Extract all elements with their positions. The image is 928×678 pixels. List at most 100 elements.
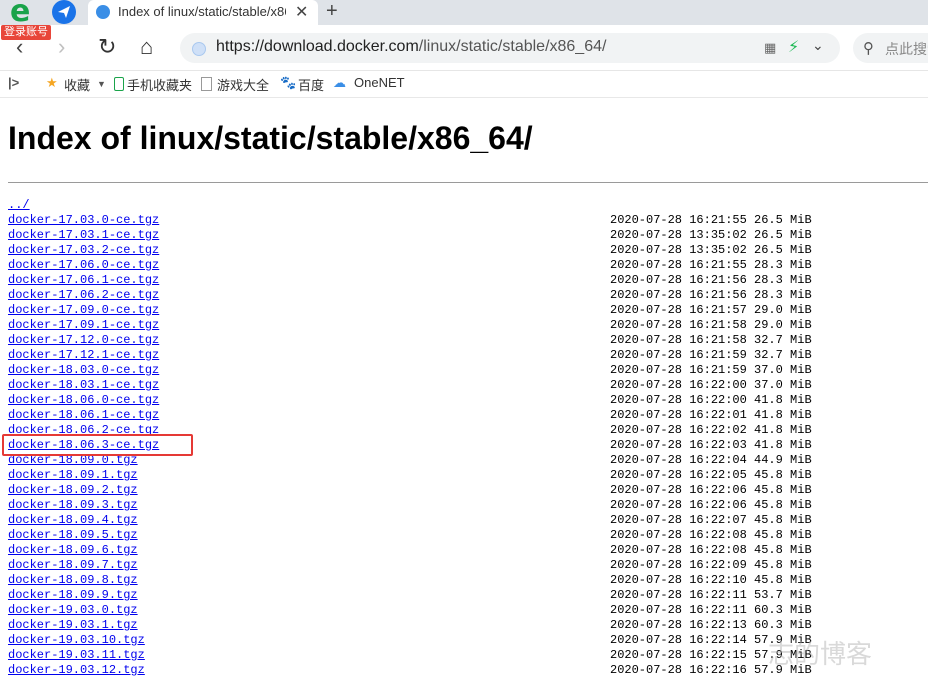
bookmark-mobile-favorites[interactable]: 手机收藏夹 <box>127 75 192 94</box>
file-size: 45.8 MiB <box>754 513 812 527</box>
page-content: Index of linux/static/stable/x86_64/ ../… <box>0 98 928 677</box>
file-meta: 2020-07-28 16:22:11 53.7 MiB <box>610 588 812 603</box>
forward-icon[interactable]: › <box>58 35 65 59</box>
file-link[interactable]: docker-18.09.1.tgz <box>8 468 138 482</box>
file-link[interactable]: docker-17.09.1-ce.tgz <box>8 318 159 332</box>
file-date: 2020-07-28 16:22:00 <box>610 393 747 407</box>
file-link[interactable]: docker-18.03.1-ce.tgz <box>8 378 159 392</box>
address-bar[interactable]: https://download.docker.com/linux/static… <box>180 33 840 63</box>
star-icon: ★ <box>46 75 58 90</box>
browser-logo-icon[interactable]: e <box>10 0 38 27</box>
file-link[interactable]: docker-17.03.1-ce.tgz <box>8 228 159 242</box>
file-row: docker-18.06.1-ce.tgz 2020-07-28 16:22:01… <box>8 408 812 423</box>
login-badge[interactable]: 登录账号 <box>1 25 51 40</box>
caret-down-icon[interactable]: ▼ <box>97 79 106 89</box>
file-link[interactable]: docker-19.03.12.tgz <box>8 663 145 677</box>
close-icon[interactable]: ✕ <box>295 2 308 22</box>
reload-icon[interactable]: ↻ <box>98 35 116 59</box>
file-link[interactable]: docker-18.09.5.tgz <box>8 528 138 542</box>
file-row: docker-19.03.0.tgz 2020-07-28 16:22:11 60… <box>8 603 812 618</box>
search-input[interactable]: ⚲ 点此搜索 <box>853 33 928 63</box>
file-link[interactable]: docker-17.12.1-ce.tgz <box>8 348 159 362</box>
file-link[interactable]: docker-18.09.7.tgz <box>8 558 138 572</box>
chevron-down-icon[interactable]: ⌄ <box>812 37 824 54</box>
parent-link[interactable]: ../ <box>8 198 30 212</box>
file-meta: 2020-07-28 16:22:05 45.8 MiB <box>610 468 812 483</box>
new-tab-button[interactable]: + <box>326 0 338 23</box>
bookmark-games[interactable]: 游戏大全 <box>217 75 269 94</box>
file-link[interactable]: docker-18.09.4.tgz <box>8 513 138 527</box>
file-link[interactable]: docker-17.03.2-ce.tgz <box>8 243 159 257</box>
file-date: 2020-07-28 16:22:04 <box>610 453 747 467</box>
file-link[interactable]: docker-18.09.8.tgz <box>8 573 138 587</box>
file-meta: 2020-07-28 16:22:07 45.8 MiB <box>610 513 812 528</box>
file-link[interactable]: docker-18.06.1-ce.tgz <box>8 408 159 422</box>
tab-active[interactable]: Index of linux/static/stable/x86_64/ ✕ <box>88 0 318 25</box>
shield-icon[interactable] <box>192 42 206 56</box>
file-size: 45.8 MiB <box>754 468 812 482</box>
url-path: /linux/static/stable/x86_64/ <box>418 38 607 55</box>
file-link[interactable]: docker-18.03.0-ce.tgz <box>8 363 159 377</box>
file-date: 2020-07-28 16:21:55 <box>610 258 747 272</box>
file-link[interactable]: docker-17.06.1-ce.tgz <box>8 273 159 287</box>
file-row: docker-18.09.6.tgz 2020-07-28 16:22:08 45… <box>8 543 812 558</box>
file-row: docker-17.06.0-ce.tgz 2020-07-28 16:21:55… <box>8 258 812 273</box>
bookmark-favorites[interactable]: 收藏 <box>64 75 90 94</box>
sidebar-toggle-icon[interactable]: |> <box>8 75 19 90</box>
file-link[interactable]: docker-17.03.0-ce.tgz <box>8 213 159 227</box>
file-link[interactable]: docker-17.12.0-ce.tgz <box>8 333 159 347</box>
file-date: 2020-07-28 16:22:10 <box>610 573 747 587</box>
file-meta: 2020-07-28 16:22:09 45.8 MiB <box>610 558 812 573</box>
bookmark-onenet[interactable]: OneNET <box>354 75 405 90</box>
file-size: 32.7 MiB <box>754 333 812 347</box>
file-link[interactable]: docker-19.03.1.tgz <box>8 618 138 632</box>
file-row: docker-18.09.3.tgz 2020-07-28 16:22:06 45… <box>8 498 812 513</box>
file-link[interactable]: docker-17.06.0-ce.tgz <box>8 258 159 272</box>
qr-icon[interactable]: ▦ <box>764 40 776 56</box>
file-row: docker-19.03.10.tgz 2020-07-28 16:22:14 5… <box>8 633 812 648</box>
file-meta: 2020-07-28 16:21:57 29.0 MiB <box>610 303 812 318</box>
file-meta: 2020-07-28 16:22:00 41.8 MiB <box>610 393 812 408</box>
file-meta: 2020-07-28 16:21:58 32.7 MiB <box>610 333 812 348</box>
file-meta: 2020-07-28 16:21:56 28.3 MiB <box>610 288 812 303</box>
file-meta: 2020-07-28 16:22:06 45.8 MiB <box>610 498 812 513</box>
navigation-bar: ‹ › ↻ ⌂ https://download.docker.com/linu… <box>0 25 928 71</box>
file-link[interactable]: docker-19.03.0.tgz <box>8 603 138 617</box>
file-date: 2020-07-28 16:21:55 <box>610 213 747 227</box>
file-link[interactable]: docker-18.06.0-ce.tgz <box>8 393 159 407</box>
file-size: 28.3 MiB <box>754 258 812 272</box>
address-url[interactable]: https://download.docker.com/linux/static… <box>216 38 606 56</box>
file-size: 28.3 MiB <box>754 273 812 287</box>
file-date: 2020-07-28 16:21:58 <box>610 318 747 332</box>
bookmark-baidu[interactable]: 百度 <box>298 75 324 94</box>
file-meta: 2020-07-28 16:22:04 44.9 MiB <box>610 453 812 468</box>
file-row: docker-18.09.5.tgz 2020-07-28 16:22:08 45… <box>8 528 812 543</box>
file-date: 2020-07-28 16:22:13 <box>610 618 747 632</box>
file-size: 28.3 MiB <box>754 288 812 302</box>
file-link[interactable]: docker-17.09.0-ce.tgz <box>8 303 159 317</box>
file-meta: 2020-07-28 13:35:02 26.5 MiB <box>610 243 812 258</box>
file-link[interactable]: docker-19.03.11.tgz <box>8 648 145 662</box>
file-date: 2020-07-28 16:22:02 <box>610 423 747 437</box>
file-size: 45.8 MiB <box>754 573 812 587</box>
file-date: 2020-07-28 16:22:08 <box>610 528 747 542</box>
file-link[interactable]: docker-18.09.6.tgz <box>8 543 138 557</box>
send-icon[interactable] <box>52 0 76 24</box>
file-link[interactable]: docker-17.06.2-ce.tgz <box>8 288 159 302</box>
file-date: 2020-07-28 16:21:58 <box>610 333 747 347</box>
url-host: https://download.docker.com <box>216 38 419 55</box>
docker-favicon-icon <box>96 5 110 19</box>
file-meta: 2020-07-28 16:22:11 60.3 MiB <box>610 603 812 618</box>
bolt-icon[interactable]: ⚡ <box>788 37 799 57</box>
home-icon[interactable]: ⌂ <box>140 35 153 59</box>
file-link[interactable]: docker-18.09.2.tgz <box>8 483 138 497</box>
file-size: 29.0 MiB <box>754 303 812 317</box>
file-size: 26.5 MiB <box>754 228 812 242</box>
file-link[interactable]: docker-18.09.9.tgz <box>8 588 138 602</box>
file-size: 44.9 MiB <box>754 453 812 467</box>
file-link[interactable]: docker-18.09.3.tgz <box>8 498 138 512</box>
file-meta: 2020-07-28 16:22:00 37.0 MiB <box>610 378 812 393</box>
file-row: docker-18.09.9.tgz 2020-07-28 16:22:11 53… <box>8 588 812 603</box>
file-link[interactable]: docker-19.03.10.tgz <box>8 633 145 647</box>
file-size: 45.8 MiB <box>754 528 812 542</box>
